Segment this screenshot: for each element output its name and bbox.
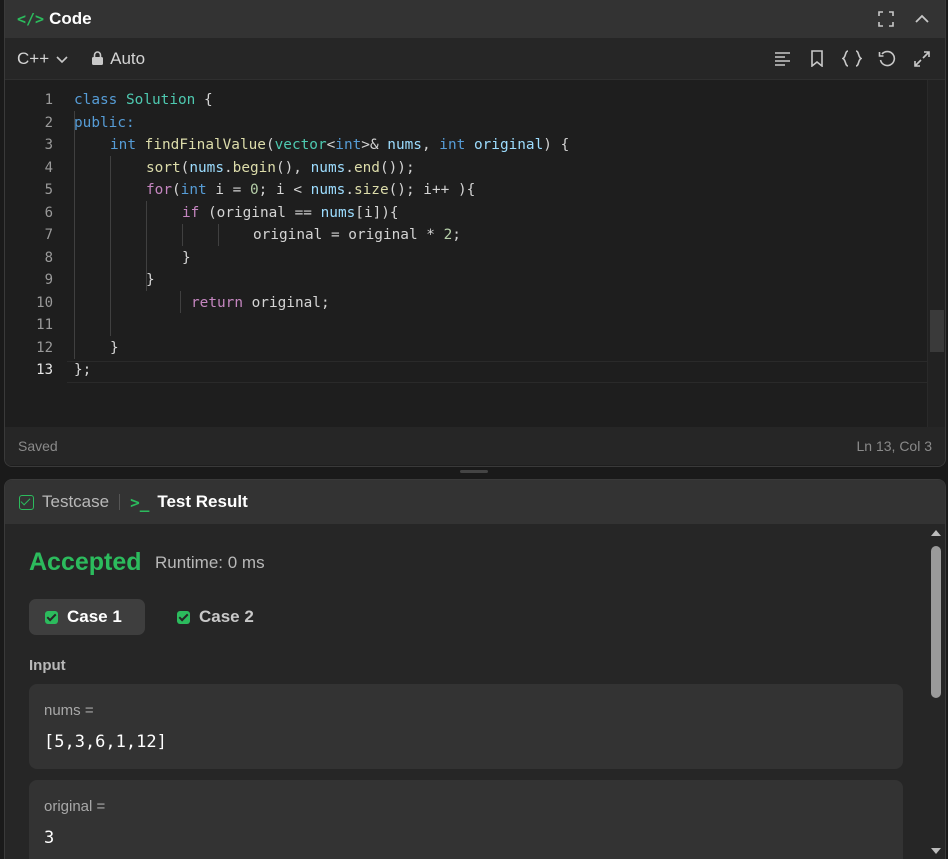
- code-panel: </> Code C++ Auto 1 class Solution {2 p…: [4, 0, 946, 467]
- code-text: int findFinalValue(vector<int>& nums, in…: [110, 137, 570, 154]
- result-body: Accepted Runtime: 0 ms Case 1 Case 2 Inp…: [5, 524, 929, 859]
- checkbox-icon: [19, 494, 34, 510]
- editor-scrollbar-thumb[interactable]: [930, 310, 944, 352]
- bookmark-icon[interactable]: [806, 48, 828, 70]
- line-number: 12: [36, 339, 53, 356]
- code-text: for(int i = 0; i < nums.size(); i++ ){: [146, 182, 476, 199]
- code-line: 5 for(int i = 0; i < nums.size(); i++ ){: [5, 179, 927, 202]
- input-var-value: [5,3,6,1,12]: [44, 732, 167, 752]
- code-text: if (original == nums[i]){: [182, 204, 399, 221]
- code-line: 9 }: [5, 269, 927, 292]
- code-line: 4 sort(nums.begin(), nums.end());: [5, 157, 927, 180]
- code-text: original = original * 2;: [253, 227, 461, 244]
- check-icon: [177, 610, 190, 624]
- result-scrollbar[interactable]: [927, 524, 945, 859]
- language-select[interactable]: C++: [17, 49, 69, 69]
- code-text: }: [146, 272, 155, 289]
- result-panel: Testcase >_ Test Result Accepted Runtime…: [4, 479, 946, 859]
- case-2-label: Case 2: [199, 607, 254, 626]
- code-panel-title: Code: [49, 9, 92, 28]
- input-label: Input: [29, 657, 66, 674]
- code-line: 12 }: [5, 337, 927, 360]
- code-icon: </>: [17, 10, 45, 28]
- code-text: class Solution {: [74, 92, 213, 109]
- case-1-label: Case 1: [67, 607, 122, 626]
- language-label: C++: [17, 48, 50, 68]
- result-scrollbar-thumb[interactable]: [931, 546, 941, 698]
- code-text: }: [110, 339, 119, 356]
- code-panel-header: </> Code: [5, 0, 945, 38]
- code-line: 2 public:: [5, 112, 927, 135]
- tab-testcase[interactable]: Testcase: [19, 492, 109, 512]
- line-number: 10: [36, 294, 53, 311]
- result-tabs: Testcase >_ Test Result: [5, 480, 945, 524]
- code-line: 3 int findFinalValue(vector<int>& nums, …: [5, 134, 927, 157]
- line-number: 13: [36, 362, 53, 379]
- expand-icon[interactable]: [911, 48, 933, 70]
- lock-icon: [92, 51, 104, 65]
- maximize-icon[interactable]: [875, 8, 897, 30]
- code-text: };: [74, 362, 92, 379]
- code-line: 8 }: [5, 247, 927, 270]
- braces-icon[interactable]: [841, 48, 863, 70]
- auto-mode[interactable]: Auto: [91, 49, 145, 69]
- code-line: 10 return original;: [5, 292, 927, 315]
- editor-statusbar: Saved Ln 13, Col 3: [5, 427, 945, 465]
- code-line: 11: [5, 314, 927, 337]
- scroll-up-icon[interactable]: [931, 530, 941, 536]
- editor-scrollbar[interactable]: [927, 80, 945, 427]
- line-number: 7: [44, 227, 53, 244]
- auto-label: Auto: [110, 48, 146, 68]
- input-var-value: 3: [44, 828, 55, 848]
- tab-separator: [119, 494, 121, 510]
- code-line: 13 };: [5, 359, 927, 382]
- code-line: 6 if (original == nums[i]){: [5, 202, 927, 225]
- line-number: 2: [44, 114, 53, 131]
- verdict: Accepted: [29, 548, 142, 576]
- code-text: sort(nums.begin(), nums.end());: [146, 159, 415, 176]
- line-number: 1: [44, 92, 53, 109]
- line-number: 11: [36, 317, 53, 334]
- save-status: Saved: [18, 438, 58, 454]
- code-line: 7 original = original * 2;: [5, 224, 927, 247]
- collapse-icon[interactable]: [911, 8, 933, 30]
- scroll-down-icon[interactable]: [931, 848, 941, 854]
- case-1-button[interactable]: Case 1: [29, 599, 145, 635]
- line-number: 6: [44, 204, 53, 221]
- input-original-box[interactable]: original = 3: [29, 780, 903, 859]
- code-text: public:: [74, 114, 135, 131]
- input-var-name: nums =: [44, 702, 94, 719]
- format-icon[interactable]: [771, 48, 793, 70]
- runtime: Runtime: 0 ms: [155, 553, 265, 572]
- tab-test-result-label: Test Result: [157, 492, 248, 511]
- code-text: }: [182, 249, 191, 266]
- check-icon: [45, 610, 58, 624]
- chevron-down-icon: [56, 55, 68, 63]
- input-nums-box[interactable]: nums = [5,3,6,1,12]: [29, 684, 903, 769]
- line-number: 8: [44, 249, 53, 266]
- code-line: 1 class Solution {: [5, 89, 927, 112]
- tab-testcase-label: Testcase: [42, 492, 110, 511]
- code-editor[interactable]: 1 class Solution { 2 public: 3 int findF…: [5, 80, 945, 427]
- reset-icon[interactable]: [876, 48, 898, 70]
- case-2-button[interactable]: Case 2: [161, 599, 270, 635]
- input-var-name: original =: [44, 798, 106, 815]
- panel-resize-handle[interactable]: [460, 470, 488, 473]
- line-number: 9: [44, 272, 53, 289]
- terminal-icon: >_: [130, 492, 150, 512]
- code-text: return original;: [191, 294, 330, 311]
- editor-toolbar: C++ Auto: [5, 38, 945, 80]
- line-number: 4: [44, 159, 53, 176]
- line-number: 5: [44, 182, 53, 199]
- cursor-position: Ln 13, Col 3: [856, 438, 933, 454]
- tab-test-result[interactable]: >_ Test Result: [130, 492, 248, 512]
- line-number: 3: [44, 137, 53, 154]
